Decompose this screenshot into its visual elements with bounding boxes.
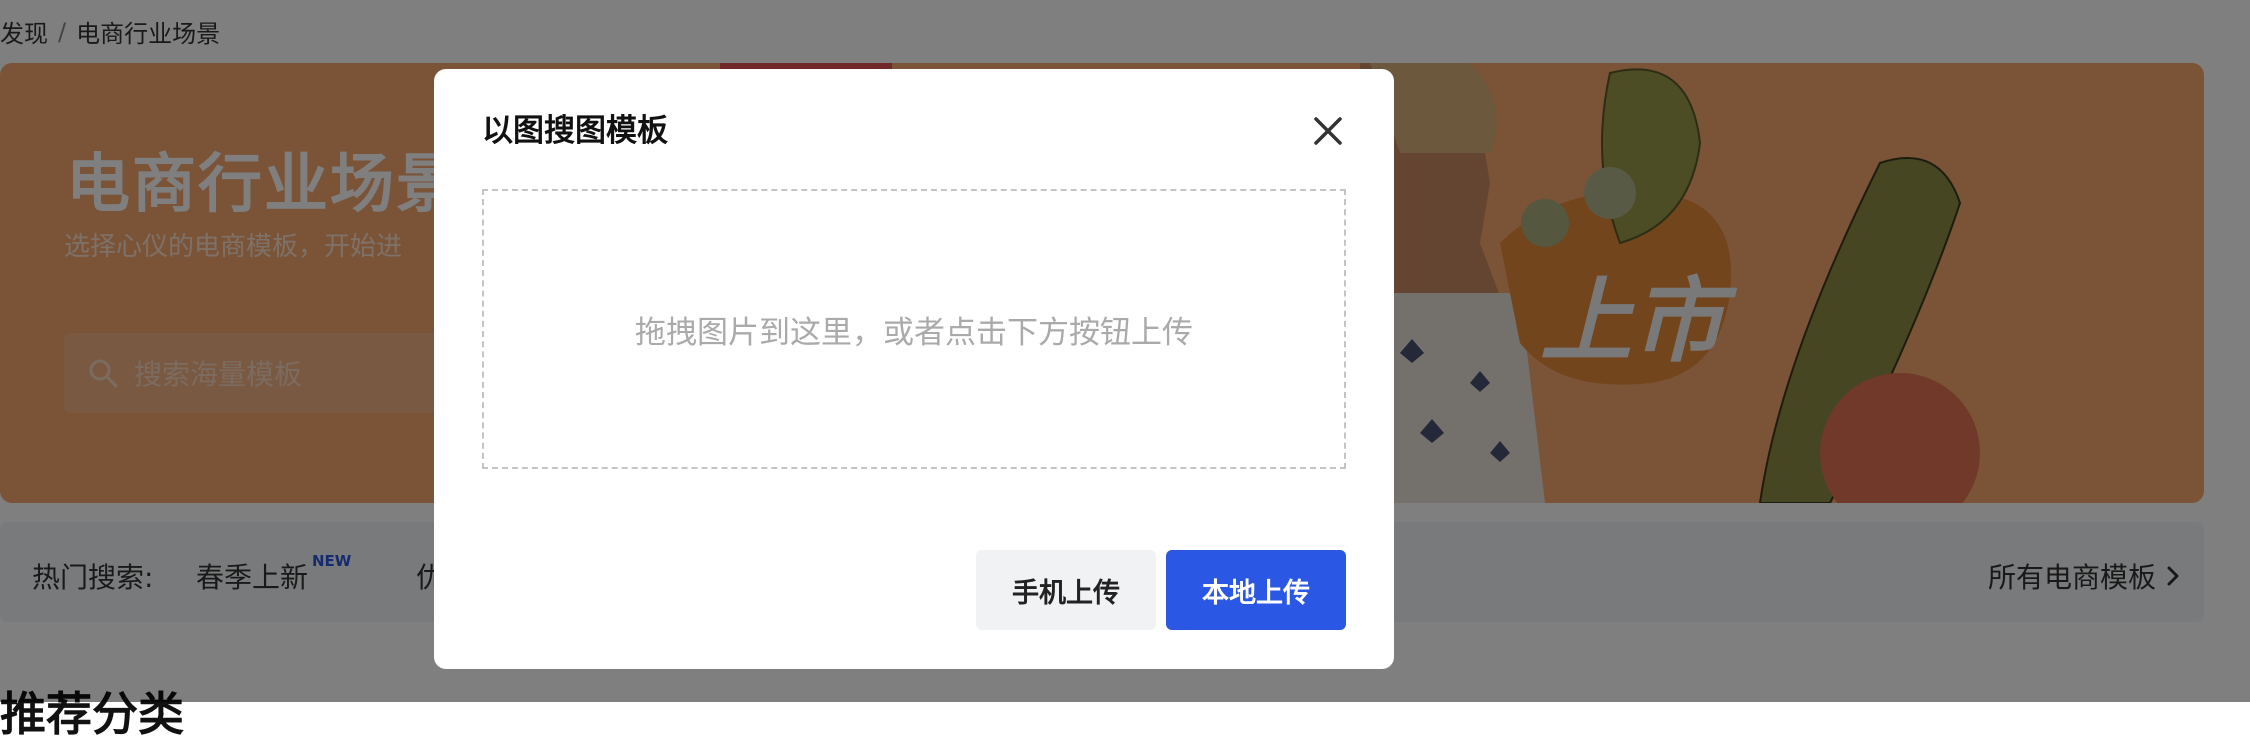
phone-upload-button[interactable]: 手机上传 — [976, 550, 1156, 630]
close-icon[interactable] — [1308, 111, 1348, 151]
local-upload-button[interactable]: 本地上传 — [1166, 550, 1346, 630]
image-search-dialog: 以图搜图模板 拖拽图片到这里，或者点击下方按钮上传 手机上传 本地上传 — [434, 69, 1394, 669]
image-dropzone[interactable]: 拖拽图片到这里，或者点击下方按钮上传 — [482, 189, 1346, 469]
dialog-title: 以图搜图模板 — [482, 113, 668, 149]
dropzone-hint: 拖拽图片到这里，或者点击下方按钮上传 — [635, 314, 1193, 351]
